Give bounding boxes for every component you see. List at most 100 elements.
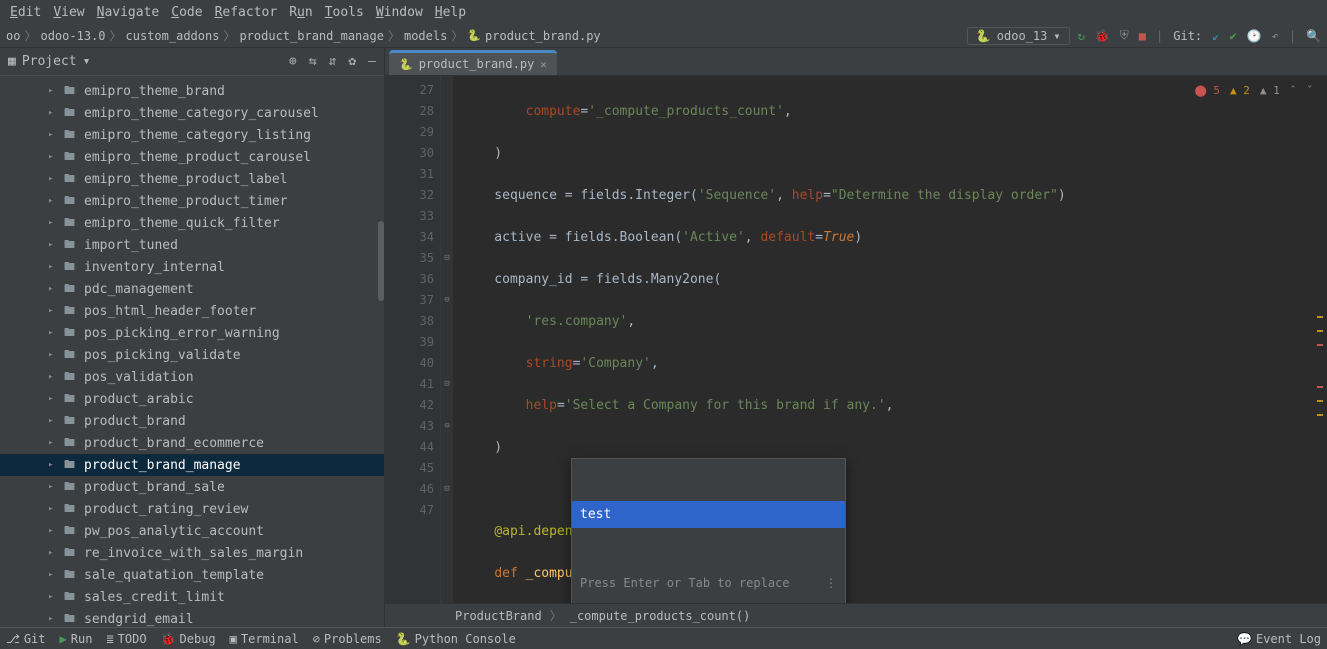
- crumb[interactable]: oo: [6, 29, 20, 43]
- git-commit-icon[interactable]: ✔: [1229, 29, 1236, 43]
- error-stripe[interactable]: [1317, 316, 1323, 428]
- tree-item[interactable]: ▸🖿pdc_management: [0, 278, 384, 300]
- run-configuration-selector[interactable]: 🐍 odoo_13 ▾: [967, 27, 1070, 45]
- expand-arrow-icon[interactable]: ▸: [48, 548, 58, 558]
- project-tree[interactable]: ▸🖿emipro_theme_brand▸🖿emipro_theme_categ…: [0, 76, 384, 627]
- tree-item[interactable]: ▸🖿inventory_internal: [0, 256, 384, 278]
- crumb[interactable]: product_brand.py: [485, 29, 601, 43]
- line-number[interactable]: 28: [385, 101, 434, 122]
- tree-item[interactable]: ▸🖿emipro_theme_product_timer: [0, 190, 384, 212]
- autocomplete-popup[interactable]: test Press Enter or Tab to replace ⋮: [571, 458, 846, 603]
- stop-icon[interactable]: ■: [1139, 29, 1146, 43]
- search-icon[interactable]: 🔍: [1306, 29, 1321, 43]
- line-number[interactable]: 43: [385, 416, 434, 437]
- editor-tab[interactable]: 🐍 product_brand.py ✕: [389, 50, 557, 75]
- warnings-icon[interactable]: ▲ 2: [1230, 84, 1250, 97]
- expand-arrow-icon[interactable]: ▸: [48, 218, 58, 228]
- main-menu[interactable]: Edit View Navigate Code Refactor Run Too…: [0, 0, 1327, 24]
- line-number[interactable]: 38: [385, 311, 434, 332]
- crumb[interactable]: custom_addons: [126, 29, 220, 43]
- settings-icon[interactable]: ✿: [348, 54, 356, 69]
- expand-arrow-icon[interactable]: ▸: [48, 262, 58, 272]
- tree-item[interactable]: ▸🖿emipro_theme_product_label: [0, 168, 384, 190]
- fold-gutter[interactable]: ⊟ ⊖⊟⊖⊟: [441, 76, 453, 603]
- line-number[interactable]: 46: [385, 479, 434, 500]
- crumb[interactable]: models: [404, 29, 447, 43]
- menu-tools[interactable]: Tools: [321, 5, 368, 20]
- expand-arrow-icon[interactable]: ▸: [48, 460, 58, 470]
- line-number[interactable]: 34: [385, 227, 434, 248]
- tree-item[interactable]: ▸🖿product_brand: [0, 410, 384, 432]
- line-number[interactable]: 37: [385, 290, 434, 311]
- tree-item[interactable]: ▸🖿product_rating_review: [0, 498, 384, 520]
- menu-view[interactable]: View: [49, 5, 88, 20]
- expand-arrow-icon[interactable]: ▸: [48, 284, 58, 294]
- tree-item[interactable]: ▸🖿sendgrid_email: [0, 608, 384, 627]
- line-number[interactable]: 35: [385, 248, 434, 269]
- code-area[interactable]: compute='_compute_products_count', ) seq…: [453, 76, 1327, 603]
- expand-arrow-icon[interactable]: ▸: [48, 108, 58, 118]
- coverage-icon[interactable]: ⛨: [1120, 28, 1129, 43]
- hide-icon[interactable]: —: [368, 54, 376, 69]
- line-number[interactable]: 45: [385, 458, 434, 479]
- tool-window-problems[interactable]: ⊘Problems: [313, 632, 382, 646]
- locate-icon[interactable]: ⊕: [289, 54, 297, 69]
- git-revert-icon[interactable]: ↶: [1272, 29, 1279, 43]
- debug-icon[interactable]: 🐞: [1095, 29, 1110, 43]
- tree-item[interactable]: ▸🖿pos_picking_validate: [0, 344, 384, 366]
- expand-arrow-icon[interactable]: ▸: [48, 438, 58, 448]
- tree-item[interactable]: ▸🖿product_arabic: [0, 388, 384, 410]
- expand-arrow-icon[interactable]: ▸: [48, 372, 58, 382]
- expand-arrow-icon[interactable]: ▸: [48, 196, 58, 206]
- expand-arrow-icon[interactable]: ▸: [48, 570, 58, 580]
- tree-item[interactable]: ▸🖿product_brand_sale: [0, 476, 384, 498]
- menu-window[interactable]: Window: [372, 5, 427, 20]
- autocomplete-item[interactable]: test: [572, 501, 845, 528]
- line-number[interactable]: 29: [385, 122, 434, 143]
- expand-arrow-icon[interactable]: ▸: [48, 174, 58, 184]
- line-number[interactable]: 31: [385, 164, 434, 185]
- expand-arrow-icon[interactable]: ▸: [48, 86, 58, 96]
- chevron-down-icon[interactable]: ▾: [83, 54, 91, 69]
- line-number[interactable]: 39: [385, 332, 434, 353]
- tool-window-todo[interactable]: ≣TODO: [106, 632, 146, 646]
- expand-arrow-icon[interactable]: ▸: [48, 328, 58, 338]
- line-number[interactable]: 27: [385, 80, 434, 101]
- breadcrumb-item[interactable]: ProductBrand: [455, 609, 542, 623]
- line-number[interactable]: 42: [385, 395, 434, 416]
- crumb[interactable]: odoo-13.0: [40, 29, 105, 43]
- tree-item[interactable]: ▸🖿emipro_theme_category_carousel: [0, 102, 384, 124]
- more-icon[interactable]: ⋮: [825, 573, 837, 594]
- line-number[interactable]: 47: [385, 500, 434, 521]
- line-number[interactable]: 41: [385, 374, 434, 395]
- editor-breadcrumbs[interactable]: ProductBrand 〉 _compute_products_count(): [385, 603, 1327, 627]
- git-update-icon[interactable]: ↙: [1212, 29, 1219, 43]
- rerun-icon[interactable]: ↻: [1078, 29, 1085, 43]
- line-number[interactable]: 40: [385, 353, 434, 374]
- editor[interactable]: 2728293031323334353637383940414243444546…: [385, 76, 1327, 603]
- git-history-icon[interactable]: 🕑: [1247, 29, 1262, 43]
- expand-arrow-icon[interactable]: ▸: [48, 614, 58, 624]
- line-number[interactable]: 44: [385, 437, 434, 458]
- inspection-down-icon[interactable]: ˇ: [1306, 84, 1313, 97]
- expand-arrow-icon[interactable]: ▸: [48, 592, 58, 602]
- tree-item[interactable]: ▸🖿product_brand_ecommerce: [0, 432, 384, 454]
- tool-window-debug[interactable]: 🐞Debug: [161, 632, 216, 646]
- menu-edit[interactable]: Edit: [6, 5, 45, 20]
- tree-item[interactable]: ▸🖿pw_pos_analytic_account: [0, 520, 384, 542]
- tree-item[interactable]: ▸🖿pos_picking_error_warning: [0, 322, 384, 344]
- menu-help[interactable]: Help: [431, 5, 470, 20]
- inspection-up-icon[interactable]: ˆ: [1290, 84, 1297, 97]
- line-number[interactable]: 32: [385, 185, 434, 206]
- expand-icon[interactable]: ⇆: [309, 54, 317, 69]
- tool-window-git[interactable]: ⎇Git: [6, 632, 46, 646]
- expand-arrow-icon[interactable]: ▸: [48, 482, 58, 492]
- tree-item[interactable]: ▸🖿sale_quatation_template: [0, 564, 384, 586]
- expand-arrow-icon[interactable]: ▸: [48, 526, 58, 536]
- tool-window-run[interactable]: ▶Run: [60, 632, 93, 646]
- tree-item[interactable]: ▸🖿re_invoice_with_sales_margin: [0, 542, 384, 564]
- line-number[interactable]: 36: [385, 269, 434, 290]
- menu-code[interactable]: Code: [167, 5, 206, 20]
- menu-navigate[interactable]: Navigate: [93, 5, 164, 20]
- expand-arrow-icon[interactable]: ▸: [48, 152, 58, 162]
